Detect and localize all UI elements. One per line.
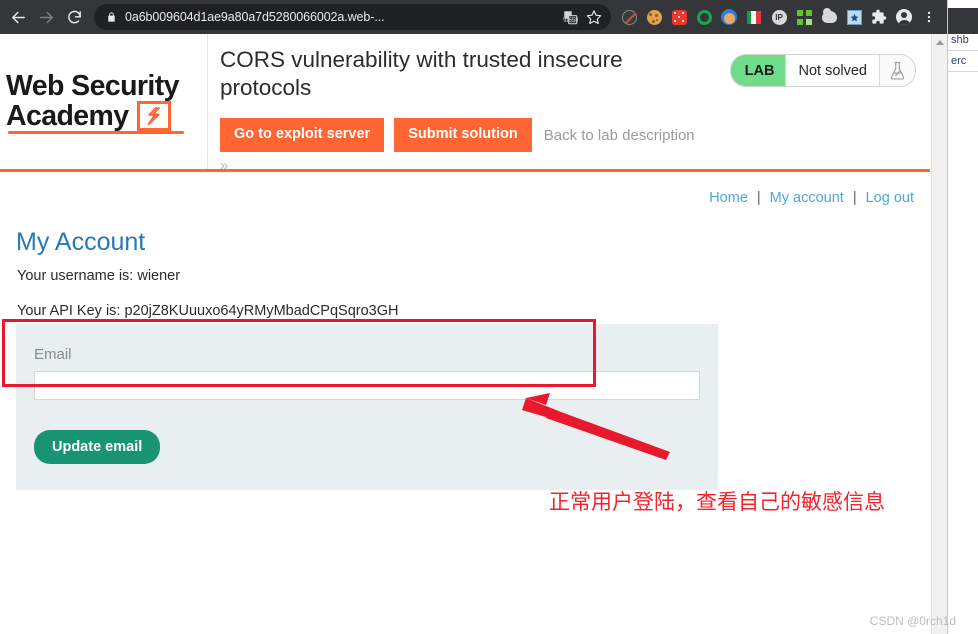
logo-underline (8, 131, 184, 135)
background-window[interactable]: shb erc (947, 0, 978, 634)
email-label: Email (34, 346, 72, 363)
background-window-line-1: shb (951, 34, 969, 46)
update-email-form: Email Update email (16, 324, 718, 490)
flask-icon (879, 55, 915, 86)
forward-button[interactable] (32, 3, 60, 31)
scroll-up-arrow-icon[interactable] (932, 34, 947, 51)
translate-icon[interactable]: \u6587 (559, 6, 581, 28)
back-button[interactable] (4, 3, 32, 31)
qr-code-icon[interactable] (792, 5, 816, 29)
logo-line-2: Academy (6, 99, 129, 132)
green-gear-icon[interactable] (692, 5, 716, 29)
nav-separator-1: | (756, 190, 761, 206)
chrome-menu-icon[interactable] (917, 5, 941, 29)
screenshot-root: shb erc 0a6b009604d1ae9a80a7d5280066002a… (0, 0, 978, 634)
puzzle-extensions-icon[interactable] (867, 5, 891, 29)
logo-line-1: Web Security (6, 69, 179, 102)
lab-badge-label: LAB (730, 55, 786, 86)
submit-solution-button[interactable]: Submit solution (394, 118, 532, 153)
page-scrollbar[interactable] (931, 34, 947, 634)
lab-site-body: Home | My account | Log out My Account Y… (0, 172, 930, 490)
nav-separator-2: | (852, 190, 857, 206)
chinese-note-annotation: 正常用户登陆，查看自己的敏感信息 (549, 491, 885, 514)
no-cookie-icon[interactable] (617, 5, 641, 29)
academy-logo[interactable]: Web Security Academy (0, 34, 208, 169)
profile-avatar-icon[interactable] (892, 5, 916, 29)
lab-action-buttons: Go to exploit server Submit solution Bac… (220, 118, 930, 153)
browser-toolbar: 0a6b009604d1ae9a80a7d5280066002a.web-...… (0, 0, 947, 34)
lightning-bolt-icon (136, 101, 171, 132)
url-text: 0a6b009604d1ae9a80a7d5280066002a.web-... (125, 10, 385, 24)
update-email-button[interactable]: Update email (34, 430, 161, 464)
nav-link-log-out[interactable]: Log out (866, 190, 914, 206)
page-title: My Account (16, 228, 146, 256)
back-to-lab-description-link[interactable]: Back to lab description (544, 127, 695, 144)
email-input[interactable] (34, 371, 700, 400)
bookmark-star-icon[interactable] (583, 6, 605, 28)
reload-button[interactable] (60, 3, 88, 31)
site-navigation: Home | My account | Log out (16, 172, 914, 206)
cookie-editor-icon[interactable] (642, 5, 666, 29)
csdn-watermark: CSDN @0rch1d (869, 614, 956, 628)
ip-lookup-icon[interactable]: IP (767, 5, 791, 29)
api-key-text: Your API Key is: p20jZ8KUuuxo64yRMyMbadC… (17, 302, 399, 319)
account-info-block: Your username is: wiener Your API Key is… (16, 269, 914, 318)
italy-flag-icon[interactable] (742, 5, 766, 29)
username-text: Your username is: wiener (17, 268, 181, 284)
dice-icon[interactable] (667, 5, 691, 29)
blue-circle-icon[interactable] (717, 5, 741, 29)
page-viewport: Web Security Academy CORS vulnerability … (0, 34, 947, 634)
extensions-bar: IP (617, 5, 943, 29)
lab-status-badge[interactable]: LAB Not solved (729, 54, 916, 87)
lab-header: Web Security Academy CORS vulnerability … (0, 34, 930, 174)
go-to-exploit-server-button[interactable]: Go to exploit server (220, 118, 385, 153)
nav-link-home[interactable]: Home (709, 190, 748, 206)
background-window-line-2: erc (951, 55, 967, 67)
lock-icon (104, 11, 118, 23)
address-bar[interactable]: 0a6b009604d1ae9a80a7d5280066002a.web-...… (94, 4, 611, 30)
nav-link-my-account[interactable]: My account (770, 190, 844, 206)
star-box-icon[interactable] (842, 5, 866, 29)
svg-text:\u6587: \u6587 (563, 16, 578, 23)
cloud-icon[interactable] (817, 5, 841, 29)
lab-title: CORS vulnerability with trusted insecure… (220, 47, 623, 101)
lab-status-text: Not solved (785, 55, 879, 86)
